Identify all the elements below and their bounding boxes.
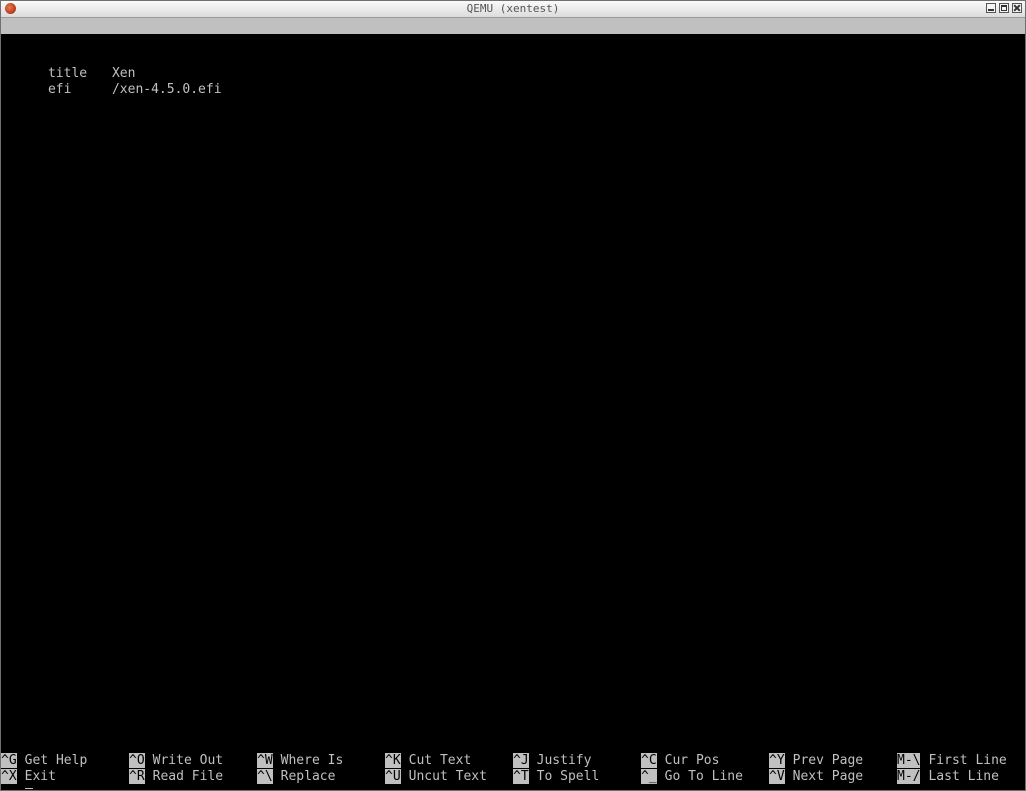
shortcut-key: ^T [513, 769, 529, 784]
shortcut-label: Replace [280, 769, 336, 784]
shortcut-key: ^V [769, 769, 785, 784]
shortcut-label: Justify [536, 753, 592, 768]
shortcut-to-spell[interactable]: ^T To Spell [513, 769, 599, 785]
shortcut-get-help[interactable]: ^G Get Help [1, 753, 87, 769]
shortcut-label: To Spell [536, 769, 600, 784]
nano-shortcut-bar: ^G Get Help ^O Write Out ^W Where Is ^K Cut … [1, 753, 1025, 785]
shortcut-key: ^K [385, 753, 401, 768]
shortcut-uncut-text[interactable]: ^U Uncut Text [385, 769, 487, 785]
shortcut-write-out[interactable]: ^O Write Out [129, 753, 223, 769]
maximize-icon[interactable] [999, 3, 1009, 13]
shortcut-label: Cur Pos [664, 753, 720, 768]
shortcut-label: First Line [928, 753, 1007, 768]
shortcut-exit[interactable]: ^X Exit [1, 769, 56, 785]
shortcut-key: ^U [385, 769, 401, 784]
shortcut-key: M-\ [897, 753, 921, 768]
nano-modified-status: Modified [946, 66, 1009, 81]
shortcut-cut-text[interactable]: ^K Cut Text [385, 753, 471, 769]
config-value: /xen-4.5.0.efi [111, 82, 222, 97]
shortcut-label: Exit [24, 769, 56, 784]
shortcut-label: Get Help [24, 753, 88, 768]
shortcut-key: ^\ [257, 769, 273, 784]
shortcut-key: M-/ [897, 769, 921, 784]
window-title: QEMU (xentest) [466, 2, 560, 15]
shortcut-key: ^G [1, 753, 17, 768]
shortcut-label: Cut Text [408, 753, 472, 768]
window-controls [986, 3, 1022, 13]
shortcut-go-to-line[interactable]: ^_ Go To Line [641, 769, 743, 785]
shortcut-label: Write Out [152, 753, 224, 768]
shortcut-label: Read File [152, 769, 224, 784]
terminal-screen[interactable]: GNU nano 2.4.0 File: /boot/loader/entrie… [1, 18, 1025, 790]
shortcut-key: ^X [1, 769, 17, 784]
minimize-icon[interactable] [986, 3, 996, 13]
shortcut-key: ^C [641, 753, 657, 768]
shortcut-next-page[interactable]: ^V Next Page [769, 769, 863, 785]
qemu-window: QEMU (xentest) GNU nano 2.4.0 File: /boo… [0, 0, 1026, 791]
shortcut-key: ^O [129, 753, 145, 768]
shortcut-key: ^R [129, 769, 145, 784]
shortcut-last-line[interactable]: M-/ Last Line [897, 769, 999, 785]
editor-line[interactable]: title Xen [1, 50, 135, 81]
shortcut-first-line[interactable]: M-\ First Line [897, 753, 1007, 769]
shortcut-label: Prev Page [792, 753, 864, 768]
shortcut-label: Next Page [792, 769, 864, 784]
shortcut-replace[interactable]: ^\ Replace [257, 769, 335, 785]
shortcut-where-is[interactable]: ^W Where Is [257, 753, 343, 769]
nano-version: GNU nano 2.4.0 [17, 34, 127, 49]
shortcut-label: Uncut Text [408, 769, 487, 784]
shortcut-key: ^_ [641, 769, 657, 784]
text-cursor [25, 788, 33, 789]
shortcut-prev-page[interactable]: ^Y Prev Page [769, 753, 863, 769]
shortcut-key: ^Y [769, 753, 785, 768]
shortcut-key: ^W [257, 753, 273, 768]
window-title-bar[interactable]: QEMU (xentest) [1, 1, 1025, 18]
shortcut-key: ^J [513, 753, 529, 768]
close-icon[interactable] [1012, 3, 1022, 13]
shortcut-justify[interactable]: ^J Justify [513, 753, 591, 769]
shortcut-label: Go To Line [664, 769, 743, 784]
nano-title-bar: GNU nano 2.4.0 File: /boot/loader/entrie… [1, 18, 1025, 81]
shortcut-read-file[interactable]: ^R Read File [129, 769, 223, 785]
shortcut-label: Last Line [928, 769, 999, 784]
nano-file-name: File: /boot/loader/entries/xen.conf [376, 50, 650, 65]
shortcut-label: Where Is [280, 753, 344, 768]
shortcut-cur-pos[interactable]: ^C Cur Pos [641, 753, 719, 769]
editor-line[interactable]: efi/xen-4.5.0.efi [1, 66, 222, 97]
config-key: efi [47, 82, 72, 97]
